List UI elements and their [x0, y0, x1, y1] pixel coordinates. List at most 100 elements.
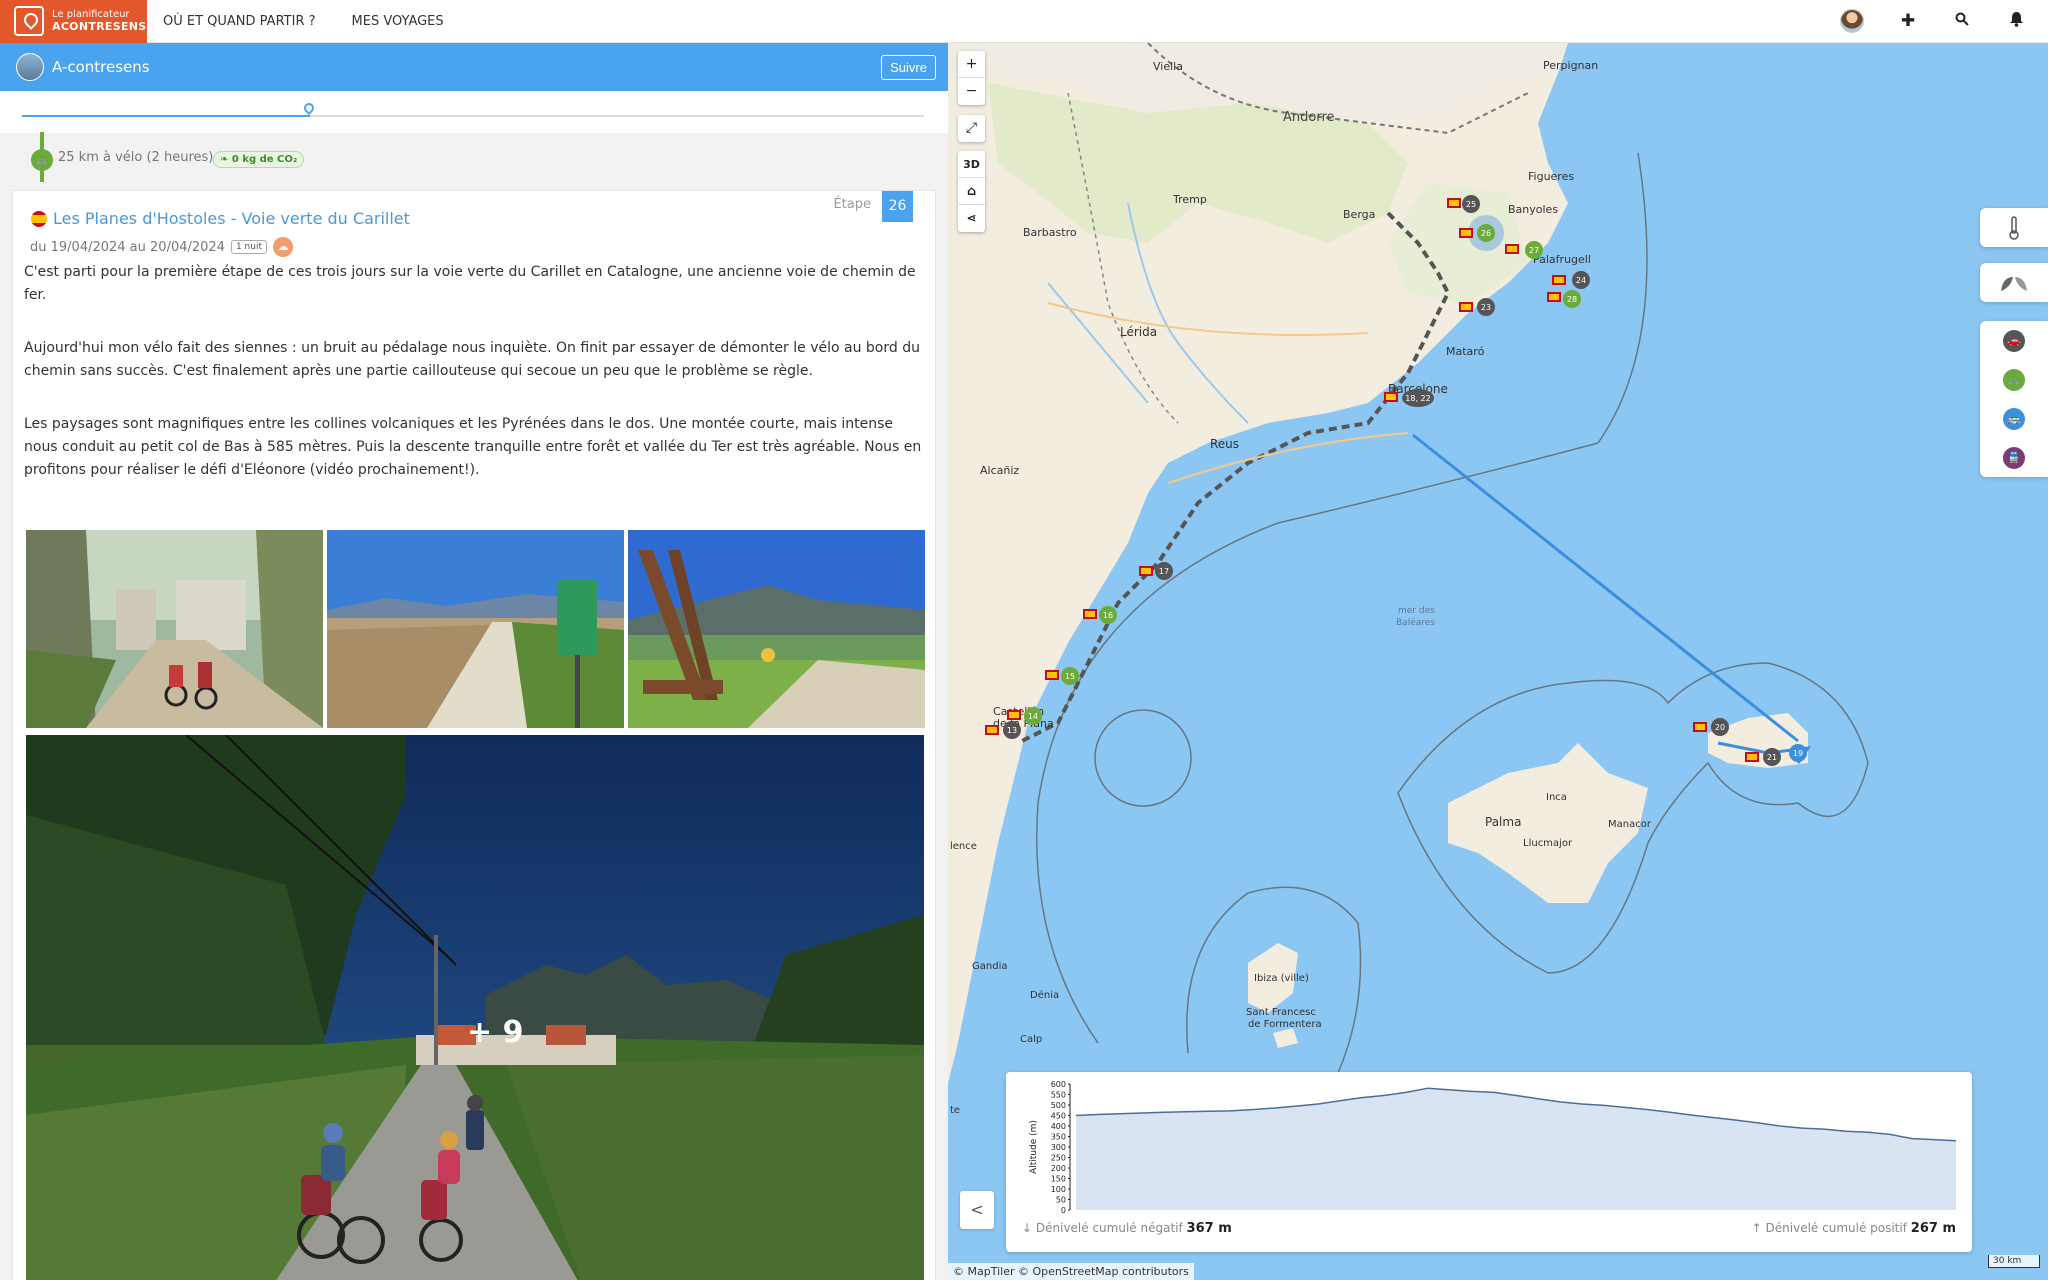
nights-badge: 1 nuit — [230, 240, 267, 254]
svg-text:Figueres: Figueres — [1528, 170, 1574, 183]
thermometer-icon[interactable] — [1980, 208, 2048, 247]
svg-text:Alcañiz: Alcañiz — [980, 464, 1019, 477]
y-tick-label: 50 — [1056, 1196, 1066, 1205]
svg-text:20: 20 — [1715, 723, 1725, 732]
y-tick-label: 200 — [1051, 1164, 1066, 1173]
svg-text:Perpignan: Perpignan — [1543, 59, 1598, 72]
svg-text:mer des: mer des — [1398, 606, 1435, 616]
fullscreen-icon[interactable]: ⤢ — [958, 115, 985, 142]
logo[interactable]: Le planificateur ACONTRESENS — [0, 0, 147, 43]
svg-text:Banyoles: Banyoles — [1508, 203, 1558, 216]
stage-card: Les Planes d'Hostoles - Voie verte du Ca… — [12, 190, 936, 1280]
car-icon[interactable]: 🚗 — [2003, 329, 2025, 352]
svg-text:Baléares: Baléares — [1396, 617, 1435, 628]
map-attribution[interactable]: © MapTiler © OpenStreetMap contributors — [948, 1263, 1194, 1280]
more-photos-overlay[interactable]: + 9 — [467, 1015, 523, 1050]
nav-link-my-trips[interactable]: MES VOYAGES — [352, 14, 444, 29]
svg-text:17: 17 — [1159, 567, 1169, 576]
left-panel: A-contresens Suivre 🚲 25 km à vélo (2 he… — [0, 43, 948, 1280]
paragraph-3: Les paysages sont magnifiques entre les … — [24, 416, 922, 478]
photo-thumbnail-2[interactable] — [327, 530, 624, 728]
user-avatar[interactable] — [1840, 9, 1864, 33]
co2-badge: ❧ 0 kg de CO₂ — [213, 151, 305, 168]
transport-text: 25 km à vélo (2 heures) — [58, 150, 214, 165]
home-icon[interactable]: ⌂ — [958, 178, 985, 205]
3d-toggle-button[interactable]: 3D — [958, 151, 985, 178]
svg-text:Palma: Palma — [1485, 815, 1521, 829]
weather-cloud-icon[interactable]: ☁ — [272, 237, 293, 257]
svg-text:Berga: Berga — [1343, 208, 1375, 221]
y-axis-label: Altitude (m) — [1029, 1120, 1039, 1174]
spain-flag-icon — [31, 210, 47, 227]
follow-button[interactable]: Suivre — [881, 54, 936, 80]
svg-text:de Formentera: de Formentera — [1248, 1019, 1322, 1030]
svg-text:Mataró: Mataró — [1446, 345, 1485, 358]
photo-main[interactable]: + 9 — [26, 735, 924, 1280]
negative-elevation-label: Dénivelé cumulé négatif — [1035, 1221, 1183, 1235]
svg-text:Inca: Inca — [1546, 792, 1567, 803]
y-tick-label: 400 — [1051, 1122, 1066, 1131]
profile-name[interactable]: A-contresens — [52, 58, 150, 76]
etape-number[interactable]: 26 — [882, 191, 913, 222]
svg-text:Palafrugell: Palafrugell — [1533, 253, 1591, 266]
top-navbar: Le planificateur ACONTRESENS OÙ ET QUAND … — [0, 0, 2048, 43]
stage-dates: du 19/04/2024 au 20/04/2024 — [30, 239, 225, 255]
logo-icon — [14, 6, 44, 36]
bike-icon: 🚲 — [31, 149, 53, 171]
bell-icon[interactable] — [2006, 11, 2026, 32]
y-tick-label: 500 — [1051, 1101, 1066, 1110]
svg-text:Sant Francesc: Sant Francesc — [1246, 1007, 1316, 1018]
photo-thumbnail-3[interactable] — [628, 530, 925, 728]
svg-text:28: 28 — [1567, 295, 1577, 304]
zoom-out-button[interactable]: − — [958, 78, 985, 105]
svg-text:14: 14 — [1028, 712, 1038, 721]
svg-text:de la Plana: de la Plana — [993, 717, 1054, 730]
map-panel[interactable]: Viella Perpignan Andorre Tremp Berga Fig… — [948, 43, 2048, 1280]
svg-text:Dénia: Dénia — [1030, 989, 1059, 1001]
y-tick-label: 550 — [1051, 1091, 1066, 1100]
svg-text:24: 24 — [1576, 276, 1586, 285]
stage-title[interactable]: Les Planes d'Hostoles - Voie verte du Ca… — [53, 209, 410, 228]
nav-link-where-when[interactable]: OÙ ET QUAND PARTIR ? — [163, 14, 316, 29]
y-tick-label: 450 — [1051, 1112, 1066, 1121]
svg-text:lence: lence — [950, 841, 977, 852]
svg-text:27: 27 — [1529, 246, 1539, 255]
y-tick-label: 0 — [1061, 1206, 1066, 1215]
profile-avatar[interactable] — [16, 53, 44, 81]
elevation-profile: Altitude (m) 0 50 100 150 200 250 300 350 400 450… — [1006, 1072, 1972, 1252]
bus-icon[interactable]: 🚌 — [2003, 407, 2025, 430]
train-icon[interactable]: 🚆 — [2003, 446, 2025, 469]
paragraph-1: C'est parti pour la première étape de ce… — [24, 264, 916, 303]
trip-progress-bar[interactable] — [0, 91, 948, 133]
elevation-chart: Altitude (m) 050 100150 200250 300350 400450… — [1029, 1080, 1957, 1215]
logo-line1: Le planificateur — [52, 8, 130, 20]
svg-text:te: te — [950, 1105, 960, 1116]
svg-text:Manacor: Manacor — [1608, 819, 1652, 830]
map-scale: 30 km — [1988, 1255, 2040, 1268]
y-tick-label: 350 — [1051, 1133, 1066, 1142]
plus-icon[interactable]: ✚ — [1898, 11, 1918, 31]
zoom-in-button[interactable]: + — [958, 51, 985, 78]
svg-text:16: 16 — [1103, 611, 1113, 620]
location-pin-icon — [301, 100, 317, 116]
leaf-icon[interactable] — [1980, 263, 2048, 302]
leaf-icon: ❧ — [220, 154, 229, 165]
ferry-route — [1412, 433, 1799, 743]
svg-text:18, 22: 18, 22 — [1405, 394, 1430, 403]
bike-icon[interactable]: 🚲 — [2003, 368, 2025, 391]
photo-thumbnail-1[interactable] — [26, 530, 323, 728]
search-icon[interactable] — [1952, 11, 1972, 31]
svg-text:15: 15 — [1065, 672, 1075, 681]
svg-text:19: 19 — [1793, 749, 1803, 758]
svg-text:23: 23 — [1481, 303, 1491, 312]
y-tick-label: 150 — [1051, 1175, 1066, 1184]
svg-text:Reus: Reus — [1210, 437, 1239, 451]
transport-segment: 🚲 25 km à vélo (2 heures) ❧ 0 kg de CO₂ — [0, 132, 948, 183]
profile-bar: A-contresens Suivre — [0, 43, 948, 91]
svg-text:Llucmajor: Llucmajor — [1523, 838, 1573, 849]
svg-text:Andorre: Andorre — [1283, 110, 1335, 125]
collapse-panel-button[interactable]: < — [960, 1191, 994, 1229]
svg-text:Calp: Calp — [1020, 1034, 1042, 1045]
positive-elevation-value: 267 m — [1910, 1221, 1956, 1236]
share-icon[interactable]: ⋖ — [958, 205, 985, 232]
